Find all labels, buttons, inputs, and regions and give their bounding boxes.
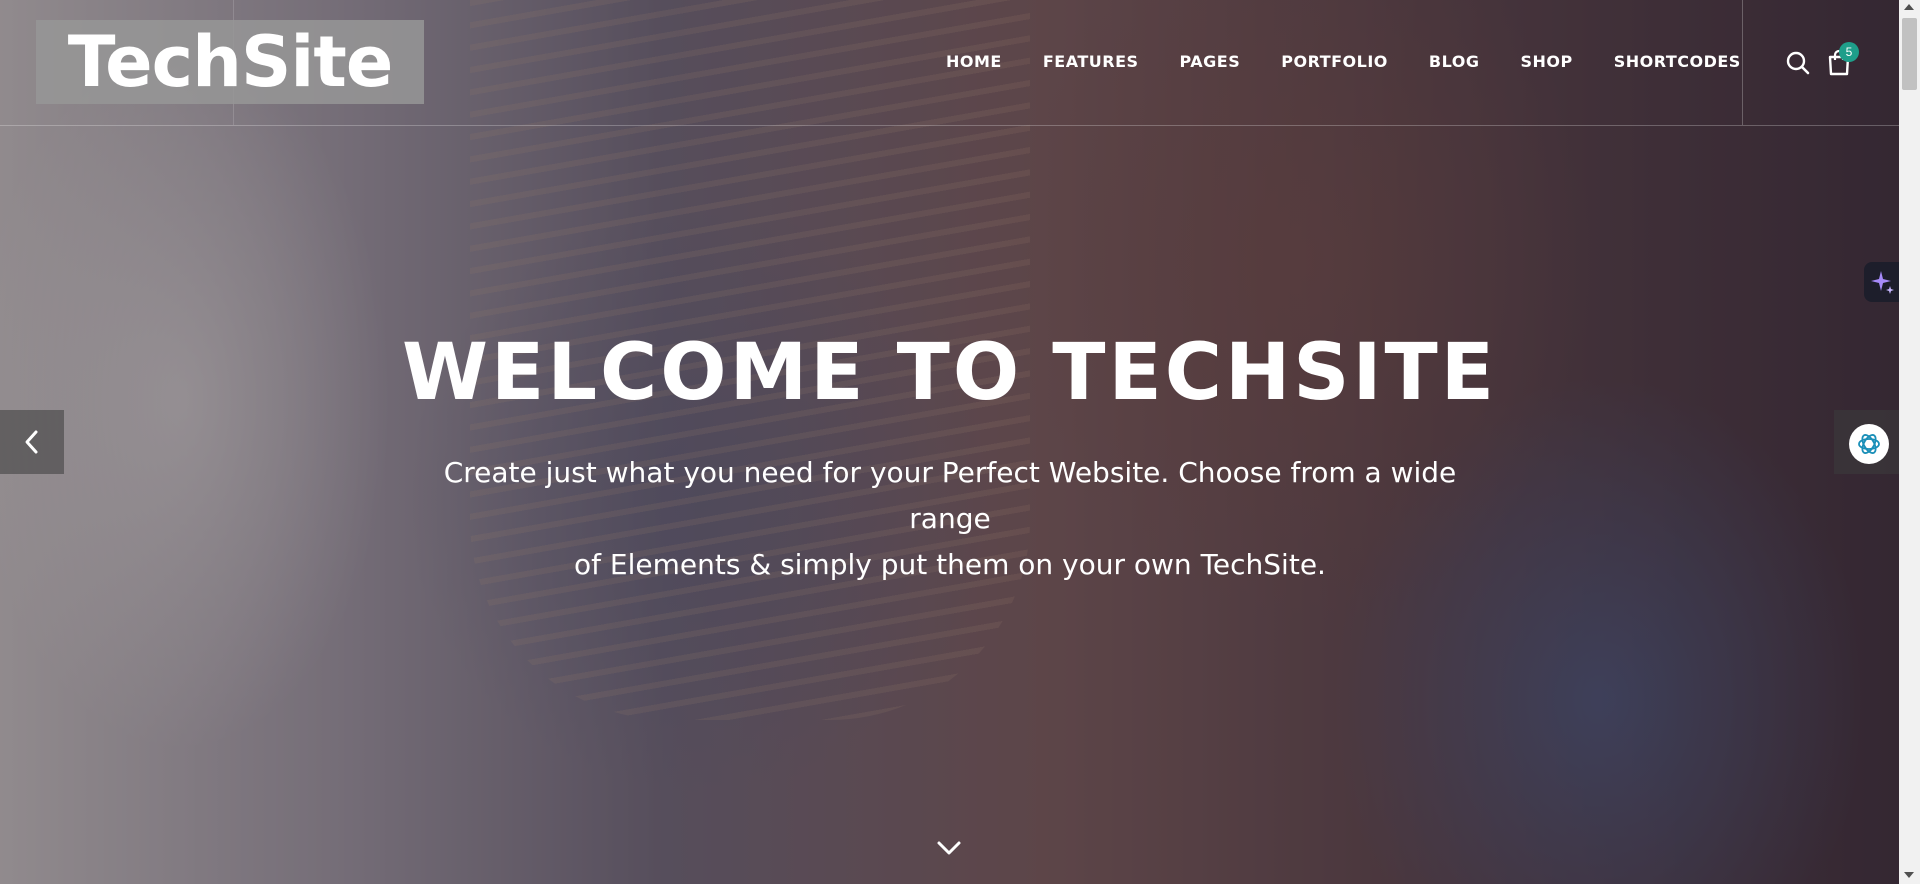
nav-item-portfolio[interactable]: PORTFOLIO: [1281, 50, 1388, 74]
chevron-down-icon: [937, 841, 961, 855]
search-icon[interactable]: [1785, 50, 1811, 76]
nav-item-blog[interactable]: BLOG: [1429, 50, 1480, 74]
site-logo[interactable]: TechSite: [36, 20, 424, 104]
scrollbar-down-arrow-icon[interactable]: [1904, 872, 1914, 878]
ai-assistant-sparkle-button[interactable]: [1864, 262, 1899, 302]
page-scrollbar[interactable]: [1899, 0, 1920, 884]
chatgpt-icon: [1858, 434, 1880, 454]
hero-title: WELCOME TO TECHSITE: [402, 328, 1497, 418]
nav-item-shortcodes[interactable]: SHORTCODES: [1614, 50, 1741, 74]
chat-assistant-button[interactable]: [1849, 424, 1889, 464]
chevron-left-icon: [25, 430, 38, 454]
logo-text: TechSite: [67, 21, 394, 103]
scrollbar-up-arrow-icon[interactable]: [1904, 4, 1914, 10]
nav-item-home[interactable]: HOME: [946, 50, 1002, 74]
scrollbar-thumb[interactable]: [1902, 18, 1917, 90]
header-divider: [1742, 0, 1743, 125]
hero-overlay: [0, 0, 1899, 884]
main-nav: HOME FEATURES PAGES PORTFOLIO BLOG SHOP …: [946, 50, 1741, 74]
sparkle-icon: [1870, 271, 1894, 294]
scroll-down-button[interactable]: [934, 836, 964, 860]
hero-subtitle: Create just what you need for your Perfe…: [440, 450, 1460, 588]
hero-subtitle-line: Create just what you need for your Perfe…: [443, 456, 1457, 535]
slider-prev-button[interactable]: [0, 410, 64, 474]
hero-slider: [0, 0, 1899, 884]
nav-item-features[interactable]: FEATURES: [1043, 50, 1139, 74]
header-divider: [0, 125, 1899, 126]
nav-item-pages[interactable]: PAGES: [1180, 50, 1241, 74]
nav-item-shop[interactable]: SHOP: [1520, 50, 1572, 74]
hero-subtitle-line: of Elements & simply put them on your ow…: [574, 548, 1326, 581]
cart-count-badge: 5: [1839, 42, 1859, 62]
